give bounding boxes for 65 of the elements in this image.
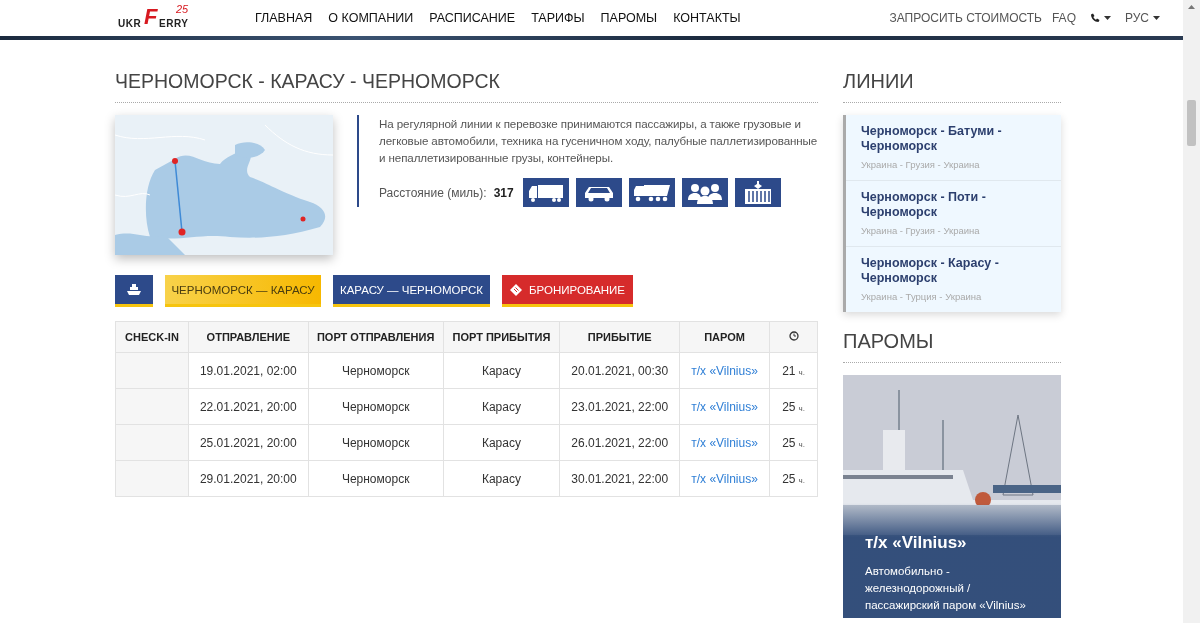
duration-text: 25 <box>782 435 796 450</box>
column-header: ПАРОМ <box>679 321 770 353</box>
unit-text: ч. <box>798 367 805 377</box>
departure-cell: 19.01.2021, 02:00 <box>188 352 309 389</box>
duration-text: 21 <box>782 363 796 378</box>
section-title: ЛИНИИ <box>843 70 1061 103</box>
header-link[interactable]: FAQ <box>1051 11 1076 25</box>
column-header: ПОРТ ОТПРАВЛЕНИЯ <box>308 321 444 353</box>
port-cell: Карасу <box>443 388 560 425</box>
language-menu[interactable]: РУС <box>1124 11 1160 25</box>
direction-tab[interactable]: КАРАСУ — ЧЕРНОМОРСК <box>333 275 490 307</box>
route-description: На регулярной линии к перевозке принимаются пассажиры, а также грузовые и легковые автомобили, техника на гусеничном ходу, палубные паллетизированные и непаллетизированные грузы, контейнеры. <box>379 116 818 166</box>
line-item[interactable]: Черноморск - Карасу - Черноморск Украина - Турция - Украина <box>846 247 1061 312</box>
unit-text: ч. <box>798 439 805 449</box>
port-cell: Карасу <box>443 352 560 389</box>
departure-cell: 29.01.2021, 20:00 <box>188 460 309 497</box>
booking-button[interactable]: БРОНИРОВАНИЕ <box>502 275 634 307</box>
header-link[interactable]: ЗАПРОСИТЬ СТОИМОСТЬ <box>889 11 1042 25</box>
distance-value: 317 <box>493 185 514 200</box>
nav-link[interactable]: О КОМПАНИИ <box>328 11 414 25</box>
arrival-cell: 23.01.2021, 22:00 <box>559 388 680 425</box>
arrival-cell: 20.01.2021, 00:30 <box>559 352 680 389</box>
ship-icon <box>127 283 141 296</box>
direction-tab[interactable]: ЧЕРНОМОРСК — КАРАСУ <box>165 275 321 307</box>
line-item[interactable]: Черноморск - Батуми - Черноморск Украина - Грузия - Украина <box>846 115 1061 181</box>
nav-link[interactable]: ТАРИФЫ <box>531 11 585 25</box>
duration-text: 25 <box>782 399 796 414</box>
section-title: ПАРОМЫ <box>843 330 1061 363</box>
departure-cell: 25.01.2021, 20:00 <box>188 424 309 461</box>
distance-label: Расстояние (миль): <box>379 185 487 200</box>
port-cell: Черноморск <box>308 388 444 425</box>
nav-link[interactable]: КОНТАКТЫ <box>673 11 741 25</box>
port-cell: Карасу <box>443 424 560 461</box>
nav-link[interactable]: ПАРОМЫ <box>600 11 658 25</box>
port-cell: Карасу <box>443 460 560 497</box>
ferry-description: Автомобильно - железнодорожный / пассажирский паром «Vilnius» <box>865 564 1027 613</box>
line-item[interactable]: Черноморск - Поти - Черноморск Украина - Грузия - Украина <box>846 181 1061 247</box>
nav-link[interactable]: ГЛАВНАЯ <box>255 11 313 25</box>
arrival-cell: 30.01.2021, 22:00 <box>559 460 680 497</box>
departure-cell: 22.01.2021, 20:00 <box>188 388 309 425</box>
nav-link[interactable]: РАСПИСАНИЕ <box>429 11 516 25</box>
duration-text: 25 <box>782 471 796 486</box>
port-cell: Черноморск <box>308 460 444 497</box>
column-header: ПРИБЫТИЕ <box>559 321 680 353</box>
route-title: ЧЕРНОМОРСК - КАРАСУ - ЧЕРНОМОРСК <box>115 70 818 103</box>
ferry-card[interactable]: т/х «Vilnius» Автомобильно - железнодорожный / пассажирский паром «Vilnius» <box>843 375 1061 618</box>
column-header: ПОРТ ПРИБЫТИЯ <box>443 321 560 353</box>
unit-text: ч. <box>798 475 805 485</box>
phone-icon <box>1089 13 1100 23</box>
scroll-up-icon[interactable] <box>1188 5 1195 9</box>
unit-text: ч. <box>798 403 805 413</box>
scrollbar-thumb[interactable] <box>1187 100 1196 146</box>
caret-icon <box>1153 16 1160 20</box>
arrival-cell: 26.01.2021, 22:00 <box>559 424 680 461</box>
caret-icon <box>1103 16 1111 20</box>
truck-icon <box>527 182 564 203</box>
ferry-name: т/х «Vilnius» <box>865 532 968 553</box>
ticket-icon <box>510 283 522 296</box>
column-header: ОТПРАВЛЕНИЕ <box>188 321 309 353</box>
clock-icon <box>788 331 799 341</box>
ferry-tab[interactable] <box>115 275 153 307</box>
phone-menu[interactable] <box>1089 13 1111 23</box>
column-header: CHECK-IN <box>115 321 189 353</box>
port-cell: Черноморск <box>308 424 444 461</box>
port-cell: Черноморск <box>308 352 444 389</box>
